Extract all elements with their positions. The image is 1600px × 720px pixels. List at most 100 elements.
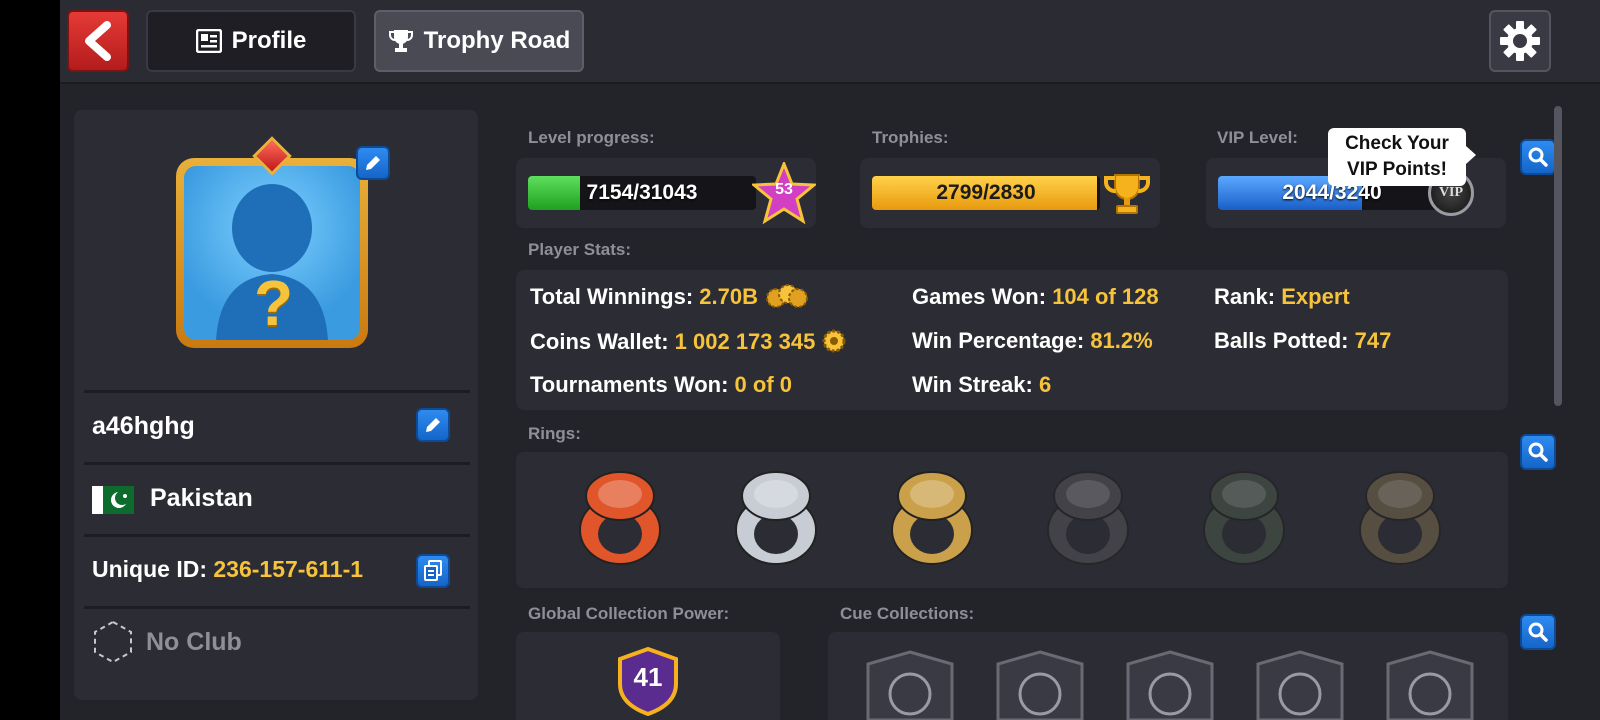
divider xyxy=(84,534,470,537)
coins-wallet-value: 1 002 173 345 xyxy=(674,329,816,354)
win-streak: Win Streak: 6 xyxy=(912,372,1051,398)
trophy-icon xyxy=(388,30,413,52)
tab-profile[interactable]: Profile xyxy=(146,10,356,72)
scrollbar[interactable] xyxy=(1554,106,1562,706)
pakistan-flag-icon xyxy=(92,486,134,514)
divider xyxy=(84,390,470,393)
player-stats-label: Player Stats: xyxy=(528,240,631,259)
app-root: Profile Trophy Road ? a46hghg Pakistan U… xyxy=(60,0,1600,720)
tab-trophy-road[interactable]: Trophy Road xyxy=(374,10,584,72)
ring-2-icon[interactable] xyxy=(728,468,824,568)
level-progress-bar: 7154/31043 xyxy=(528,176,756,210)
pencil-icon xyxy=(426,418,440,432)
win-streak-label: Win Streak: xyxy=(912,372,1033,397)
level-progress-label: Level progress: xyxy=(528,128,655,147)
trophies-value: 2799/2830 xyxy=(936,181,1036,204)
ring-1-icon[interactable] xyxy=(572,468,668,568)
tournaments-won: Tournaments Won: 0 of 0 xyxy=(530,372,792,398)
magnifier-icon xyxy=(1528,147,1548,167)
trophies-box: 2799/2830 xyxy=(860,158,1160,228)
total-winnings-value: 2.70B xyxy=(699,284,758,309)
ring-4-icon[interactable] xyxy=(1040,468,1136,568)
avatar-question-mark: ? xyxy=(254,267,294,339)
rank-label: Rank: xyxy=(1214,284,1276,309)
vip-level-label: VIP Level: xyxy=(1217,128,1298,147)
win-percentage: Win Percentage: 81.2% xyxy=(912,328,1153,354)
city-skyline-icon[interactable] xyxy=(1254,650,1346,720)
tab-profile-label: Profile xyxy=(231,27,307,54)
balls-potted-label: Balls Potted: xyxy=(1214,328,1349,353)
vip-details-button[interactable] xyxy=(1520,139,1556,175)
total-winnings-label: Total Winnings: xyxy=(530,284,694,309)
vip-badge-text: VIP xyxy=(1438,185,1464,200)
win-percentage-label: Win Percentage: xyxy=(912,328,1085,353)
gear-icon xyxy=(1500,21,1540,61)
back-arrow-icon xyxy=(85,21,111,61)
scrollbar-thumb[interactable] xyxy=(1554,106,1562,406)
cue-collections-label: Cue Collections: xyxy=(840,604,975,623)
trophies-label: Trophies: xyxy=(872,128,949,147)
coins-wallet-label: Coins Wallet: xyxy=(530,329,669,354)
balls-potted: Balls Potted: 747 xyxy=(1214,328,1391,354)
rank: Rank: Expert xyxy=(1214,284,1350,310)
unique-id-label: Unique ID: xyxy=(92,556,207,582)
unique-id-value: 236-157-611-1 xyxy=(213,556,364,582)
win-streak-value: 6 xyxy=(1038,372,1052,397)
trophy-cup-icon xyxy=(1104,174,1150,214)
level-progress-box: 7154/31043 53 xyxy=(516,158,816,228)
trophies-bar: 2799/2830 xyxy=(872,176,1100,210)
level-progress-value: 7154/31043 xyxy=(586,181,698,204)
tournaments-won-label: Tournaments Won: xyxy=(530,372,729,397)
copy-icon xyxy=(424,560,442,581)
club-name[interactable]: No Club xyxy=(146,628,242,657)
pencil-icon xyxy=(366,156,380,170)
coin-stack-icon xyxy=(766,284,809,308)
games-won: Games Won: 104 of 128 xyxy=(912,284,1159,310)
vip-tooltip[interactable]: Check Your VIP Points! xyxy=(1328,128,1476,186)
ring-3-icon[interactable] xyxy=(884,468,980,568)
tournaments-won-value: 0 of 0 xyxy=(734,372,792,397)
global-collection-power-label: Global Collection Power: xyxy=(528,604,730,623)
magnifier-icon xyxy=(1528,442,1548,462)
top-bar: Profile Trophy Road xyxy=(60,0,1600,84)
ring-6-icon[interactable] xyxy=(1352,468,1448,568)
cue-collections-box xyxy=(828,632,1508,720)
fireworks-icon[interactable] xyxy=(994,650,1086,720)
games-won-label: Games Won: xyxy=(912,284,1047,309)
divider xyxy=(84,606,470,609)
rank-value: Expert xyxy=(1281,284,1350,309)
avatar[interactable]: ? xyxy=(166,136,390,358)
rings-details-button[interactable] xyxy=(1520,434,1556,470)
club-placeholder-icon xyxy=(94,620,132,664)
level-number: 53 xyxy=(775,181,793,198)
settings-button[interactable] xyxy=(1489,10,1551,72)
win-percentage-value: 81.2% xyxy=(1090,328,1153,353)
coin-icon xyxy=(822,329,846,353)
divider xyxy=(84,462,470,465)
unique-id-row: Unique ID: 236-157-611-1 xyxy=(92,556,363,583)
coins-wallet: Coins Wallet: 1 002 173 345 xyxy=(530,328,847,355)
rings-label: Rings: xyxy=(528,424,581,443)
rings-box xyxy=(516,452,1508,588)
balls-potted-value: 747 xyxy=(1354,328,1392,353)
eight-ball-icon[interactable] xyxy=(1124,650,1216,720)
diamond-icon[interactable] xyxy=(1384,650,1476,720)
horseshoe-icon[interactable] xyxy=(864,650,956,720)
profile-panel: ? a46hghg Pakistan Unique ID: 236-157-61… xyxy=(74,110,478,700)
cue-collections-details-button[interactable] xyxy=(1520,614,1556,650)
magnifier-icon xyxy=(1528,622,1548,642)
total-winnings: Total Winnings: 2.70B xyxy=(530,284,809,310)
back-button[interactable] xyxy=(67,10,129,72)
collection-power-box: 41 xyxy=(516,632,780,720)
games-won-value: 104 of 128 xyxy=(1052,284,1159,309)
edit-avatar-button[interactable] xyxy=(356,146,390,180)
collection-power-value: 41 xyxy=(633,662,663,692)
username: a46hghg xyxy=(92,412,195,440)
player-stats-box: Total Winnings: 2.70B Coins Wallet: 1 00… xyxy=(516,270,1508,410)
profile-card-icon xyxy=(195,29,222,53)
ring-5-icon[interactable] xyxy=(1196,468,1292,568)
edit-username-button[interactable] xyxy=(416,408,450,442)
tab-trophy-road-label: Trophy Road xyxy=(423,27,571,54)
country-name: Pakistan xyxy=(150,484,253,512)
copy-id-button[interactable] xyxy=(416,554,450,588)
